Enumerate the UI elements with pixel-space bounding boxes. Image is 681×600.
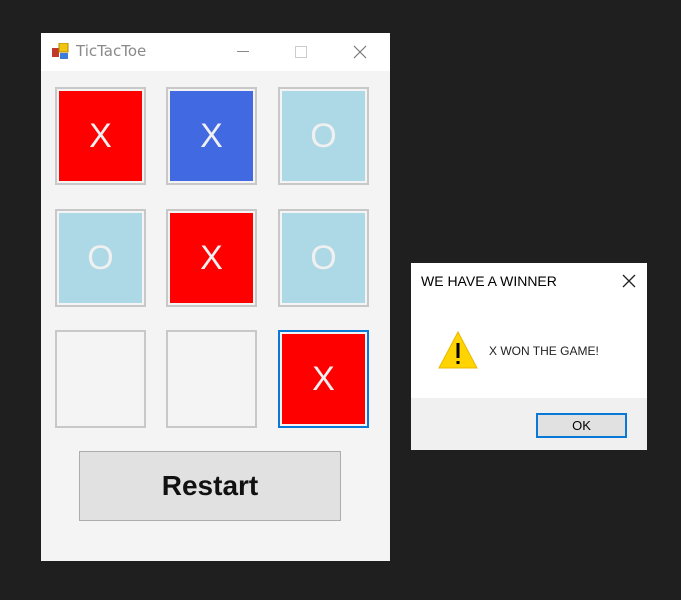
cell-2[interactable]: X bbox=[166, 87, 257, 185]
maximize-icon bbox=[295, 46, 307, 58]
cell-9[interactable]: X bbox=[278, 330, 369, 428]
cell-mark: O bbox=[59, 213, 142, 303]
warning-icon bbox=[438, 330, 478, 369]
close-icon bbox=[353, 45, 367, 59]
cell-6[interactable]: O bbox=[278, 209, 369, 307]
restart-button[interactable]: Restart bbox=[79, 451, 341, 521]
close-button[interactable] bbox=[331, 33, 389, 71]
app-icon bbox=[52, 43, 69, 59]
window-title: TicTacToe bbox=[76, 42, 147, 60]
cell-mark: X bbox=[282, 334, 365, 424]
cell-5[interactable]: X bbox=[166, 209, 257, 307]
cell-mark: X bbox=[170, 91, 253, 181]
dialog-footer: OK bbox=[411, 398, 647, 450]
cell-8[interactable] bbox=[166, 330, 257, 428]
minimize-button[interactable] bbox=[214, 33, 272, 71]
maximize-button[interactable] bbox=[272, 33, 330, 71]
cell-mark bbox=[170, 334, 253, 424]
winner-dialog: WE HAVE A WINNER X WON THE GAME! OK bbox=[411, 263, 647, 450]
cell-7[interactable] bbox=[55, 330, 146, 428]
dialog-close-icon[interactable] bbox=[621, 273, 637, 289]
cell-4[interactable]: O bbox=[55, 209, 146, 307]
cell-mark bbox=[59, 334, 142, 424]
cell-mark: O bbox=[282, 91, 365, 181]
dialog-title: WE HAVE A WINNER bbox=[421, 273, 557, 289]
dialog-message: X WON THE GAME! bbox=[489, 344, 599, 358]
cell-mark: X bbox=[170, 213, 253, 303]
cell-mark: X bbox=[59, 91, 142, 181]
cell-mark: O bbox=[282, 213, 365, 303]
cell-3[interactable]: O bbox=[278, 87, 369, 185]
tictactoe-window: TicTacToe XXOOXOX Restart bbox=[41, 33, 390, 561]
ok-button[interactable]: OK bbox=[536, 413, 627, 438]
minimize-icon bbox=[237, 51, 249, 52]
title-bar: TicTacToe bbox=[41, 33, 390, 71]
cell-1[interactable]: X bbox=[55, 87, 146, 185]
